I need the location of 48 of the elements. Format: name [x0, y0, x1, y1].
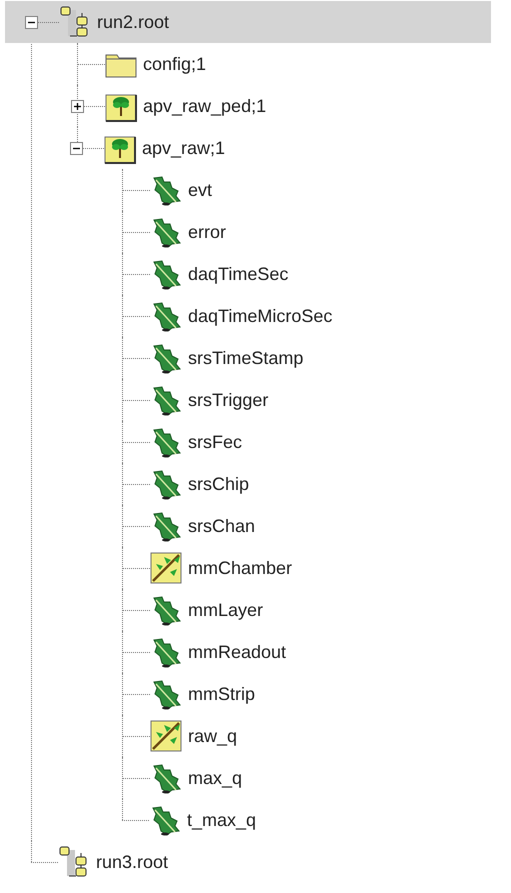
tree-item-label: apv_raw;1 — [142, 136, 226, 160]
tree-item[interactable]: evt — [123, 169, 511, 211]
tree-item[interactable]: raw_q — [123, 715, 511, 757]
tree-item-label: mmStrip — [188, 682, 255, 706]
tree-item[interactable]: mmStrip — [123, 673, 511, 715]
expand-toggle[interactable] — [25, 16, 38, 28]
tree-item[interactable]: t_max_q — [122, 799, 511, 841]
tree-item-label: mmReadout — [188, 640, 286, 664]
tree-item-label: srsChip — [188, 472, 250, 496]
tree-item[interactable]: daqTimeSec — [123, 253, 511, 295]
tree-item-label: error — [188, 220, 226, 244]
plus-icon — [73, 102, 82, 110]
tree-item-label: mmChamber — [188, 556, 292, 580]
tree-item[interactable]: srsTimeStamp — [123, 337, 511, 379]
expand-toggle[interactable] — [71, 100, 84, 112]
tree-item-label: srsChan — [188, 514, 256, 538]
tree-item-label: config;1 — [143, 52, 206, 76]
tree-item[interactable]: mmReadout — [123, 631, 511, 673]
tree-item[interactable]: srsChip — [123, 463, 511, 505]
tree-item[interactable]: mmChamber — [123, 547, 511, 589]
tree-item[interactable]: daqTimeMicroSec — [123, 295, 511, 337]
tree-item-label: run2.root — [97, 10, 170, 34]
tree-item[interactable]: run2.root — [5, 1, 491, 43]
tree-item-label: daqTimeMicroSec — [188, 304, 332, 328]
tree-item[interactable]: max_q — [123, 757, 511, 799]
tree-item-label: daqTimeSec — [188, 262, 288, 286]
tree-item[interactable]: config;1 — [78, 43, 511, 85]
tree-item-label: srsFec — [188, 430, 242, 454]
tree-item[interactable]: apv_raw_ped;1 — [71, 85, 511, 127]
tree-item-label: apv_raw_ped;1 — [143, 94, 266, 118]
tree-item-label: t_max_q — [187, 808, 256, 832]
tree-item-label: run3.root — [96, 850, 168, 874]
expand-toggle[interactable] — [70, 142, 83, 154]
tree-item-label: srsTimeStamp — [188, 346, 304, 370]
tree-item[interactable]: srsFec — [123, 421, 511, 463]
tree-item-label: max_q — [188, 766, 242, 790]
tree-item-label: raw_q — [188, 724, 238, 748]
tree-item[interactable]: srsChan — [123, 505, 511, 547]
branch-icon — [150, 720, 182, 752]
branch-icon — [150, 552, 182, 584]
tree-item[interactable]: error — [123, 211, 511, 253]
tree-item[interactable]: mmLayer — [123, 589, 511, 631]
tree-item[interactable]: srsTrigger — [123, 379, 511, 421]
tree-item-label: evt — [188, 178, 212, 202]
tree-item-label: mmLayer — [188, 598, 264, 622]
tree-item[interactable]: run3.root — [31, 841, 511, 883]
tree-item[interactable]: apv_raw;1 — [70, 127, 511, 169]
tree-item-label: srsTrigger — [188, 388, 268, 412]
